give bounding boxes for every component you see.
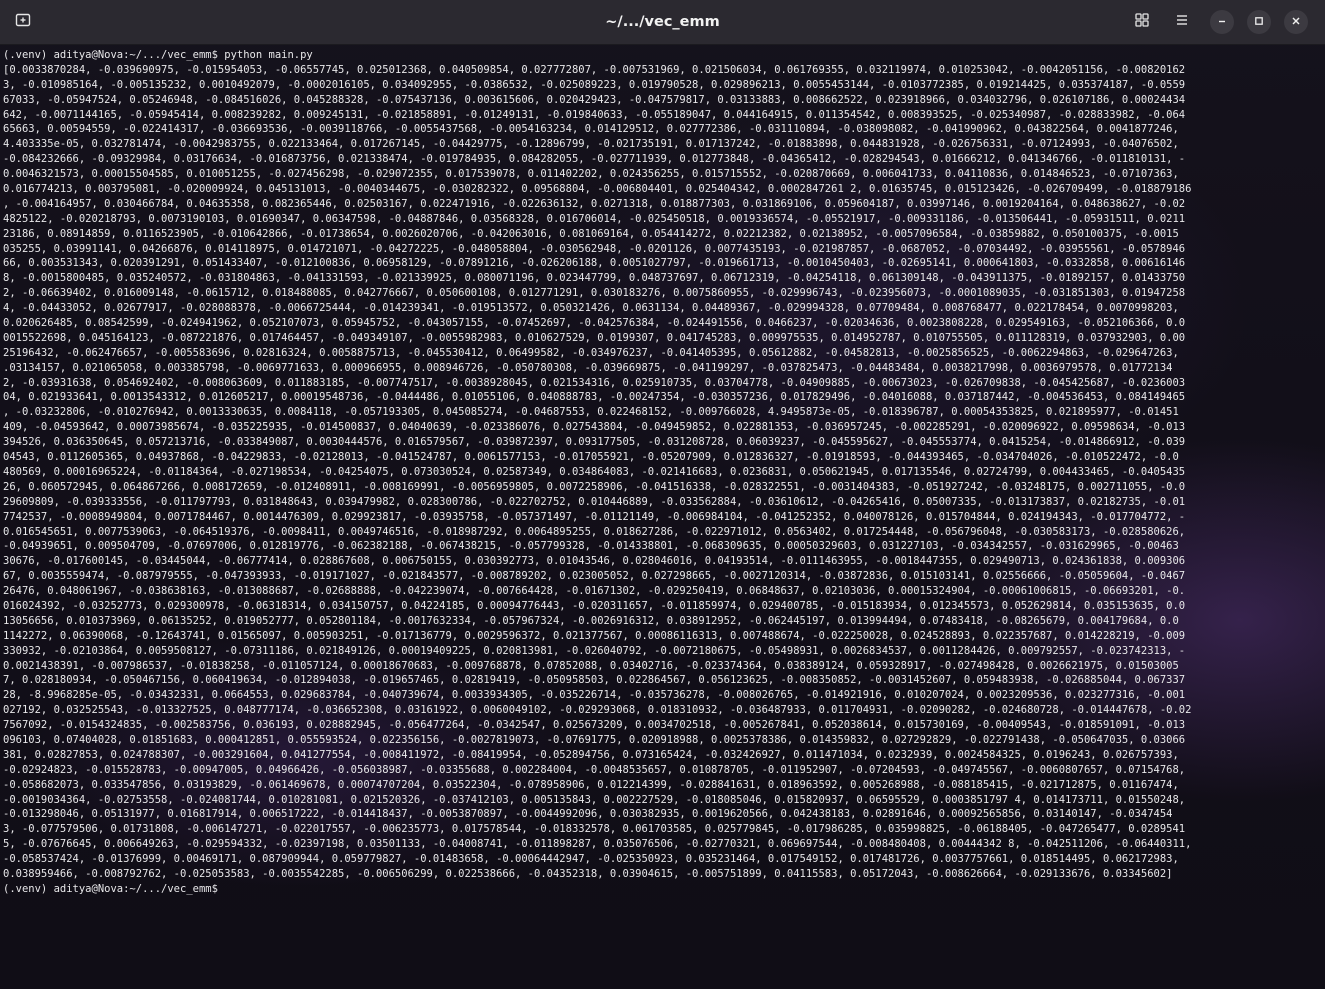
output-line: 096103, 0.07404028, 0.01851683, 0.000412… — [3, 733, 1186, 746]
output-line: 330932, -0.02103864, 0.0059508127, -0.07… — [3, 644, 1186, 657]
close-icon — [1291, 13, 1301, 31]
output-line: 1142272, 0.06390068, -0.12643741, 0.0156… — [3, 629, 1186, 642]
output-line: 26476, 0.048061967, -0.038638163, -0.013… — [3, 585, 1186, 598]
maximize-button[interactable] — [1247, 10, 1271, 34]
output-line: 7567092, -0.0154324835, -0.002583756, 0.… — [3, 719, 1186, 732]
minimize-icon — [1217, 13, 1227, 31]
output-line: 2, -0.03931638, 0.054692402, -0.00806360… — [3, 376, 1186, 389]
output-line: 394526, 0.036350645, 0.057213716, -0.033… — [3, 436, 1186, 449]
output-line: 0.0021438391, -0.007986537, -0.01838258,… — [3, 659, 1179, 672]
output-line: , -0.004164957, 0.030466784, 0.04635358,… — [3, 197, 1186, 210]
output-line: -0.013298046, 0.05131977, 0.016817914, 0… — [3, 808, 1173, 821]
output-line: 2, -0.06639402, 0.016009148, -0.0615712,… — [3, 287, 1186, 300]
output-line: 8, -0.0015800485, 0.035240572, -0.031804… — [3, 272, 1186, 285]
new-tab-button[interactable] — [9, 8, 37, 36]
output-line: -0.058682073, 0.033547856, 0.03193829, -… — [3, 778, 1179, 791]
prompt-line: (.venv) aditya@Nova:~/.../vec_emm$ — [3, 882, 218, 895]
output-line: 5, -0.07676645, 0.006649263, -0.02959433… — [3, 838, 1192, 851]
title-bar[interactable]: ~/.../vec_emm — [0, 0, 1325, 45]
output-line: 0.020626485, 0.08542599, -0.024941962, 0… — [3, 317, 1186, 330]
output-line: 67033, -0.05947524, 0.05246948, -0.08451… — [3, 93, 1186, 106]
output-line: 30676, -0.017600145, -0.03445044, -0.067… — [3, 555, 1186, 568]
main-menu-button[interactable] — [1168, 8, 1196, 36]
output-line: 13056656, 0.010373969, 0.06135252, 0.019… — [3, 614, 1179, 627]
close-button[interactable] — [1284, 10, 1308, 34]
output-line: 480569, 0.00016965224, -0.01184364, -0.0… — [3, 465, 1186, 478]
output-line: 3, -0.077579506, 0.01731808, -0.00614727… — [3, 823, 1186, 836]
output-line: 7742537, -0.0008949804, 0.0071784467, 0.… — [3, 510, 1186, 523]
output-line: 409, -0.04593642, 0.00073985674, -0.0352… — [3, 421, 1186, 434]
output-line: 0.038959466, -0.008792762, -0.025053583,… — [3, 867, 1173, 880]
terminal-window: ~/.../vec_emm (.venv) aditya@Nova:~/.../… — [0, 0, 1325, 989]
output-line: 26, 0.060572945, 0.064867266, 0.00817265… — [3, 480, 1186, 493]
output-line: -0.058537424, -0.01376999, 0.00469171, 0… — [3, 853, 1179, 866]
maximize-icon — [1254, 13, 1264, 31]
output-line: -0.04939651, 0.009504709, -0.07697006, 0… — [3, 540, 1179, 553]
output-line: 016024392, -0.03252773, 0.029300978, -0.… — [3, 599, 1186, 612]
output-line: [0.0033870284, -0.039690975, -0.01595405… — [3, 63, 1186, 76]
output-line: 642, -0.0071144165, -0.05945414, 0.00823… — [3, 108, 1186, 121]
output-line: 67, 0.0035559474, -0.087979555, -0.04739… — [3, 570, 1186, 583]
output-line: 04543, 0.0112605365, 0.04937868, -0.0422… — [3, 451, 1179, 464]
output-line: 381, 0.02827853, 0.024788307, -0.0032916… — [3, 748, 1179, 761]
output-line: 4.403335e-05, 0.032781474, -0.0042983755… — [3, 138, 1179, 151]
output-line: 66, 0.003531343, 0.020391291, 0.05143340… — [3, 257, 1186, 270]
output-line: 027192, 0.032525543, -0.013327525, 0.048… — [3, 704, 1192, 717]
output-line: 3, -0.010985164, -0.005135232, 0.0010492… — [3, 78, 1186, 91]
view-grid-button[interactable] — [1128, 8, 1156, 36]
new-tab-icon — [15, 12, 31, 33]
output-line: -0.02924823, -0.015528783, -0.00947005, … — [3, 763, 1186, 776]
grid-icon — [1135, 12, 1149, 32]
output-line: 29609809, -0.039333556, -0.011797793, 0.… — [3, 495, 1186, 508]
output-line: 04, 0.021933641, 0.0013543312, 0.0126052… — [3, 391, 1186, 404]
output-line: 25196432, -0.062476657, -0.005583696, 0.… — [3, 346, 1179, 359]
output-line: -0.084232666, -0.09329984, 0.03176634, -… — [3, 153, 1186, 166]
output-line: -0.0019034364, -0.02753558, -0.024081744… — [3, 793, 1186, 806]
output-line: 0.016545651, 0.0077539063, -0.064519376,… — [3, 525, 1186, 538]
terminal-output[interactable]: (.venv) aditya@Nova:~/.../vec_emm$ pytho… — [0, 46, 1325, 989]
output-line: 7, 0.028180934, -0.050467156, 0.06041963… — [3, 674, 1186, 687]
output-line: 4825122, -0.020218793, 0.0073190103, 0.0… — [3, 212, 1186, 225]
minimize-button[interactable] — [1210, 10, 1234, 34]
output-line: 28, -8.9968285e-05, -0.03432331, 0.06645… — [3, 689, 1186, 702]
hamburger-menu-icon — [1175, 13, 1189, 32]
output-line: 0.0046321573, 0.00015504585, 0.010051255… — [3, 168, 1179, 181]
output-line: .03134157, 0.021065058, 0.003385798, -0.… — [3, 361, 1173, 374]
output-line: 4, -0.04433052, 0.02677917, -0.028088378… — [3, 302, 1179, 315]
command-line: (.venv) aditya@Nova:~/.../vec_emm$ pytho… — [3, 49, 313, 61]
output-line: 035255, 0.03991141, 0.04266876, 0.014118… — [3, 242, 1186, 255]
output-line: 65663, 0.00594559, -0.022414317, -0.0366… — [3, 123, 1179, 136]
output-line: 0015522698, 0.045164123, -0.087221876, 0… — [3, 331, 1186, 344]
window-title: ~/.../vec_emm — [605, 14, 720, 30]
output-line: 0.016774213, 0.003795081, -0.020009924, … — [3, 183, 1192, 196]
output-line: 23186, 0.08914859, 0.0116523905, -0.0106… — [3, 227, 1179, 240]
output-line: , -0.03232806, -0.010276942, 0.001333063… — [3, 406, 1179, 419]
